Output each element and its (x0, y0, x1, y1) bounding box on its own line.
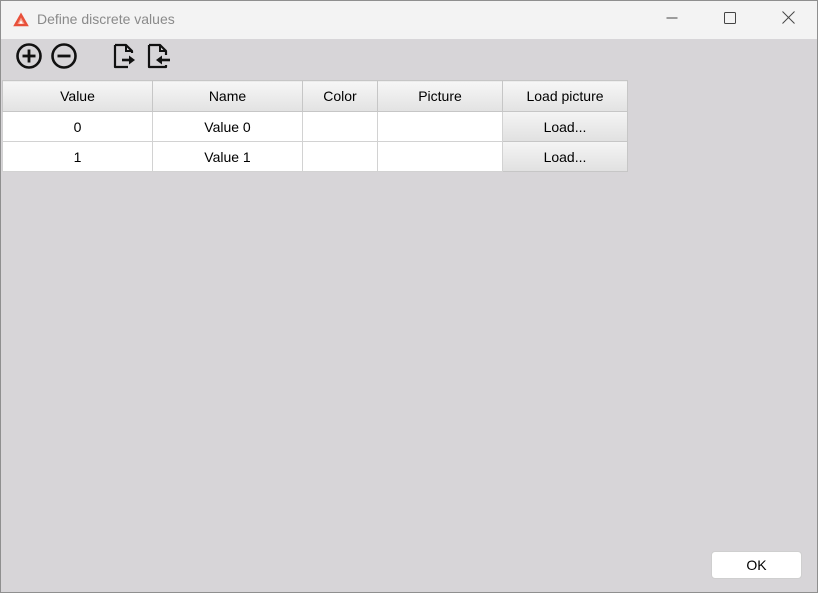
header-load-picture[interactable]: Load picture (502, 80, 628, 112)
title-bar[interactable]: Define discrete values (1, 1, 817, 39)
triangle-app-icon (12, 11, 30, 29)
remove-circle-icon (50, 42, 78, 75)
add-value-button[interactable] (14, 42, 44, 75)
header-value[interactable]: Value (2, 80, 153, 112)
close-icon (781, 11, 795, 29)
discrete-values-table: Value Name Color Picture Load picture 0 … (2, 80, 628, 172)
value-cell[interactable]: 1 (2, 141, 153, 172)
header-picture[interactable]: Picture (377, 80, 503, 112)
table-header-row: Value Name Color Picture Load picture (2, 80, 628, 112)
close-button[interactable] (759, 1, 817, 39)
export-button[interactable] (143, 43, 173, 73)
load-picture-button[interactable]: Load... (503, 142, 627, 171)
dialog-window: Define discrete values Value Name Color … (0, 0, 818, 593)
color-cell[interactable] (302, 141, 378, 172)
toolbar (1, 39, 817, 79)
header-name[interactable]: Name (152, 80, 303, 112)
remove-value-button[interactable] (49, 42, 79, 75)
table-row: 0 Value 0 Load... (2, 111, 628, 142)
import-file-icon (110, 42, 138, 75)
name-cell[interactable]: Value 0 (152, 111, 303, 142)
ok-button[interactable]: OK (711, 551, 802, 579)
picture-cell[interactable] (377, 111, 503, 142)
minimize-button[interactable] (643, 1, 701, 39)
table-row: 1 Value 1 Load... (2, 141, 628, 172)
load-picture-cell: Load... (502, 141, 628, 172)
load-picture-button[interactable]: Load... (503, 112, 627, 141)
window-title: Define discrete values (37, 11, 175, 27)
maximize-icon (724, 11, 736, 29)
add-circle-icon (15, 42, 43, 75)
header-color[interactable]: Color (302, 80, 378, 112)
picture-cell[interactable] (377, 141, 503, 172)
load-picture-cell: Load... (502, 111, 628, 142)
color-cell[interactable] (302, 111, 378, 142)
value-cell[interactable]: 0 (2, 111, 153, 142)
minimize-icon (666, 11, 678, 29)
import-button[interactable] (109, 43, 139, 73)
name-cell[interactable]: Value 1 (152, 141, 303, 172)
export-file-icon (144, 42, 172, 75)
maximize-button[interactable] (701, 1, 759, 39)
